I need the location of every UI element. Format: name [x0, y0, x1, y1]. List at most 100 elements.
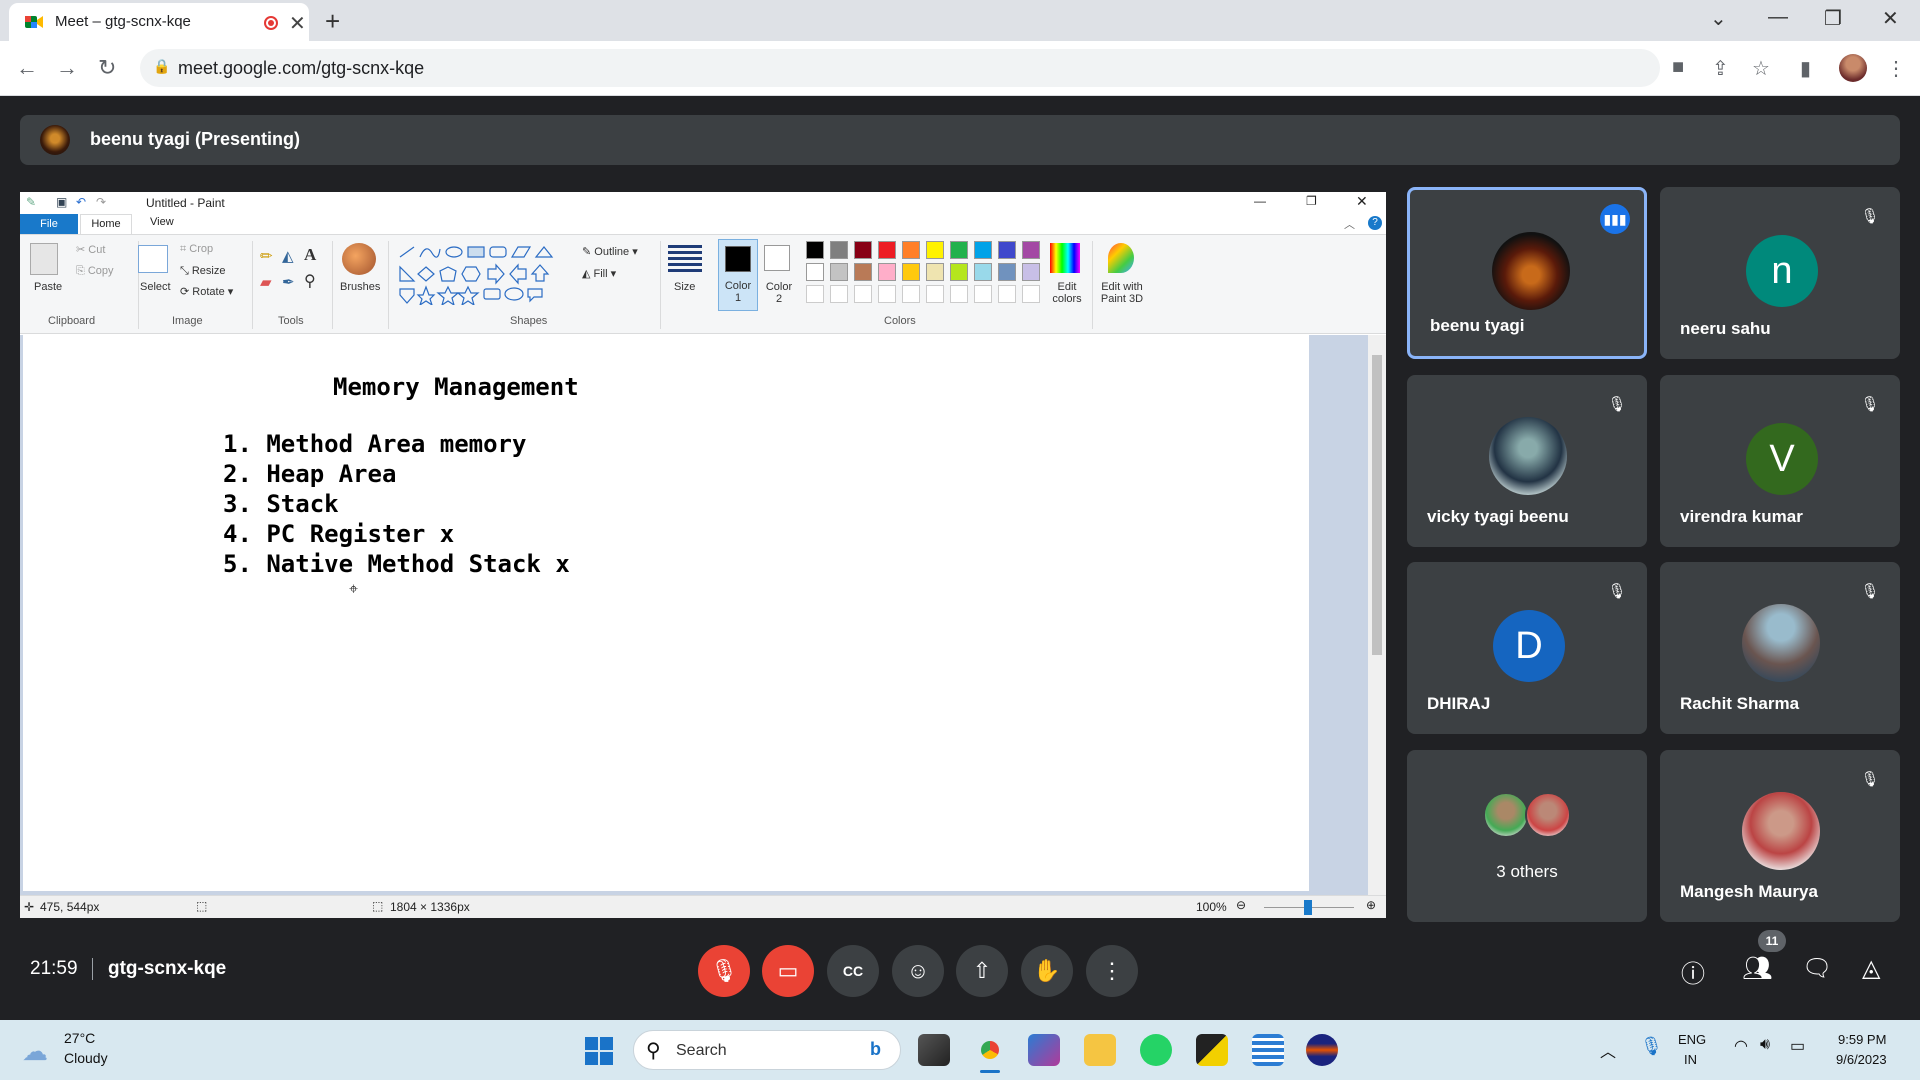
- palette-swatch-empty[interactable]: [854, 285, 872, 303]
- side-panel-icon[interactable]: ▮: [1800, 56, 1811, 81]
- chrome-icon[interactable]: [974, 1034, 1006, 1066]
- captions-button[interactable]: CC: [827, 945, 879, 997]
- participant-tile-others[interactable]: 3 others: [1407, 750, 1647, 922]
- palette-swatch-empty[interactable]: [926, 285, 944, 303]
- present-button[interactable]: ⇧: [956, 945, 1008, 997]
- minimize-button[interactable]: —: [1768, 6, 1788, 29]
- palette-swatch[interactable]: [998, 241, 1016, 259]
- zoom-slider-thumb[interactable]: [1304, 900, 1312, 915]
- windows-start-icon[interactable]: [584, 1036, 614, 1066]
- language-eng[interactable]: ENG: [1678, 1032, 1706, 1047]
- scrollbar-thumb[interactable]: [1372, 355, 1382, 655]
- outline-button[interactable]: ✎ Outline ▾: [582, 245, 638, 258]
- size-label[interactable]: Size: [674, 281, 695, 293]
- palette-swatch[interactable]: [830, 241, 848, 259]
- palette-swatch[interactable]: [806, 263, 824, 281]
- participant-tile[interactable]: n 🎙︎ neeru sahu: [1660, 187, 1900, 359]
- palette-swatch[interactable]: [806, 241, 824, 259]
- paint-restore-button[interactable]: ❐: [1306, 194, 1317, 208]
- palette-swatch[interactable]: [878, 263, 896, 281]
- chat-icon[interactable]: 🗨︎: [1802, 954, 1832, 983]
- forward-icon[interactable]: →: [56, 55, 78, 81]
- palette-swatch[interactable]: [1022, 263, 1040, 281]
- participant-tile[interactable]: 🎙︎ vicky tyagi beenu: [1407, 375, 1647, 547]
- paint-minimize-button[interactable]: —: [1254, 194, 1266, 208]
- undo-icon[interactable]: ↶: [76, 195, 86, 209]
- save-icon[interactable]: ▣: [56, 195, 67, 209]
- more-options-button[interactable]: ⋮: [1086, 945, 1138, 997]
- taskbar-search[interactable]: ⚲ Search b: [633, 1030, 901, 1070]
- palette-swatch-empty[interactable]: [950, 285, 968, 303]
- browser-tab-meet[interactable]: Meet – gtg-scnx-kqe ✕: [9, 3, 309, 41]
- color-palette[interactable]: [806, 241, 1046, 311]
- palette-swatch-empty[interactable]: [974, 285, 992, 303]
- mic-off-button[interactable]: 🎙︎: [698, 945, 750, 997]
- rotate-button[interactable]: ⟳ Rotate ▾: [180, 285, 233, 298]
- volume-icon[interactable]: 🔊︎: [1760, 1036, 1770, 1054]
- palette-swatch-empty[interactable]: [1022, 285, 1040, 303]
- microphone-icon[interactable]: 🎙︎: [1640, 1036, 1663, 1057]
- palette-swatch-empty[interactable]: [998, 285, 1016, 303]
- paint-file-tab[interactable]: File: [20, 214, 78, 234]
- battery-icon[interactable]: ▭: [1790, 1036, 1805, 1056]
- participant-tile[interactable]: V 🎙︎ virendra kumar: [1660, 375, 1900, 547]
- palette-swatch[interactable]: [878, 241, 896, 259]
- select-icon[interactable]: [138, 245, 168, 273]
- participant-tile[interactable]: D 🎙︎ DHIRAJ: [1407, 562, 1647, 734]
- palette-swatch-empty[interactable]: [830, 285, 848, 303]
- paint-canvas[interactable]: Memory Management 1. Method Area memory …: [23, 335, 1309, 891]
- task-view-icon[interactable]: [918, 1034, 950, 1066]
- share-icon[interactable]: ⇪: [1712, 56, 1729, 81]
- palette-swatch[interactable]: [854, 241, 872, 259]
- new-tab-button[interactable]: +: [325, 6, 340, 37]
- pencil-icon[interactable]: ✏: [260, 247, 273, 265]
- palette-swatch[interactable]: [854, 263, 872, 281]
- help-icon[interactable]: ?: [1368, 216, 1382, 230]
- fill-bucket-icon[interactable]: ◭: [282, 247, 294, 265]
- address-bar[interactable]: 🔒 meet.google.com/gtg-scnx-kqe: [140, 49, 1660, 87]
- brushes-label[interactable]: Brushes: [340, 281, 380, 293]
- paint-view-tab[interactable]: View: [150, 216, 174, 228]
- participant-tile[interactable]: 🎙︎ Rachit Sharma: [1660, 562, 1900, 734]
- fill-button[interactable]: ◭ Fill ▾: [582, 267, 616, 280]
- reactions-button[interactable]: ☺: [892, 945, 944, 997]
- camera-in-use-icon[interactable]: ■: [1672, 56, 1684, 79]
- meeting-code[interactable]: gtg-scnx-kqe: [108, 958, 226, 980]
- menu-kebab-icon[interactable]: ⋮: [1886, 56, 1906, 81]
- notepad-icon[interactable]: [1252, 1034, 1284, 1066]
- tray-overflow-icon[interactable]: ︿: [1600, 1038, 1616, 1062]
- meeting-info-icon[interactable]: ⓘ: [1681, 954, 1705, 989]
- back-icon[interactable]: ←: [16, 55, 38, 81]
- wifi-icon[interactable]: ◠: [1734, 1036, 1748, 1056]
- palette-swatch[interactable]: [902, 241, 920, 259]
- copy-button[interactable]: ⎘ Copy: [76, 265, 114, 278]
- resize-button[interactable]: ⤡ Resize: [180, 265, 225, 278]
- file-explorer-icon[interactable]: [1084, 1034, 1116, 1066]
- bookmark-star-icon[interactable]: ☆: [1752, 56, 1770, 81]
- size-icon[interactable]: [668, 245, 702, 273]
- paste-label[interactable]: Paste: [34, 281, 62, 293]
- clock-time[interactable]: 9:59 PM: [1838, 1032, 1886, 1047]
- reload-icon[interactable]: ↻: [98, 55, 116, 81]
- palette-swatch[interactable]: [926, 241, 944, 259]
- color-picker-icon[interactable]: ✒: [282, 273, 295, 291]
- eraser-icon[interactable]: ▰: [260, 273, 272, 291]
- shapes-gallery-icon[interactable]: [396, 243, 576, 305]
- palette-swatch[interactable]: [926, 263, 944, 281]
- magnifier-icon[interactable]: ⚲: [304, 271, 316, 291]
- close-window-button[interactable]: ✕: [1882, 6, 1899, 31]
- tab-close-icon[interactable]: ✕: [289, 11, 306, 36]
- activities-icon[interactable]: ◬: [1862, 954, 1880, 983]
- edit-paint3d-label[interactable]: Edit with Paint 3D: [1096, 281, 1148, 305]
- paint-vertical-scrollbar[interactable]: [1368, 335, 1386, 895]
- palette-swatch-empty[interactable]: [878, 285, 896, 303]
- palette-swatch[interactable]: [974, 263, 992, 281]
- palette-swatch[interactable]: [902, 263, 920, 281]
- participant-tile[interactable]: 🎙︎ Mangesh Maurya: [1660, 750, 1900, 922]
- text-tool-icon[interactable]: A: [304, 245, 316, 265]
- profile-avatar[interactable]: [1839, 54, 1867, 82]
- raise-hand-button[interactable]: ✋: [1021, 945, 1073, 997]
- color2-label[interactable]: Color 2: [762, 281, 796, 305]
- zoom-out-icon[interactable]: ⊖: [1236, 898, 1246, 912]
- crop-button[interactable]: ⌗ Crop: [180, 243, 213, 256]
